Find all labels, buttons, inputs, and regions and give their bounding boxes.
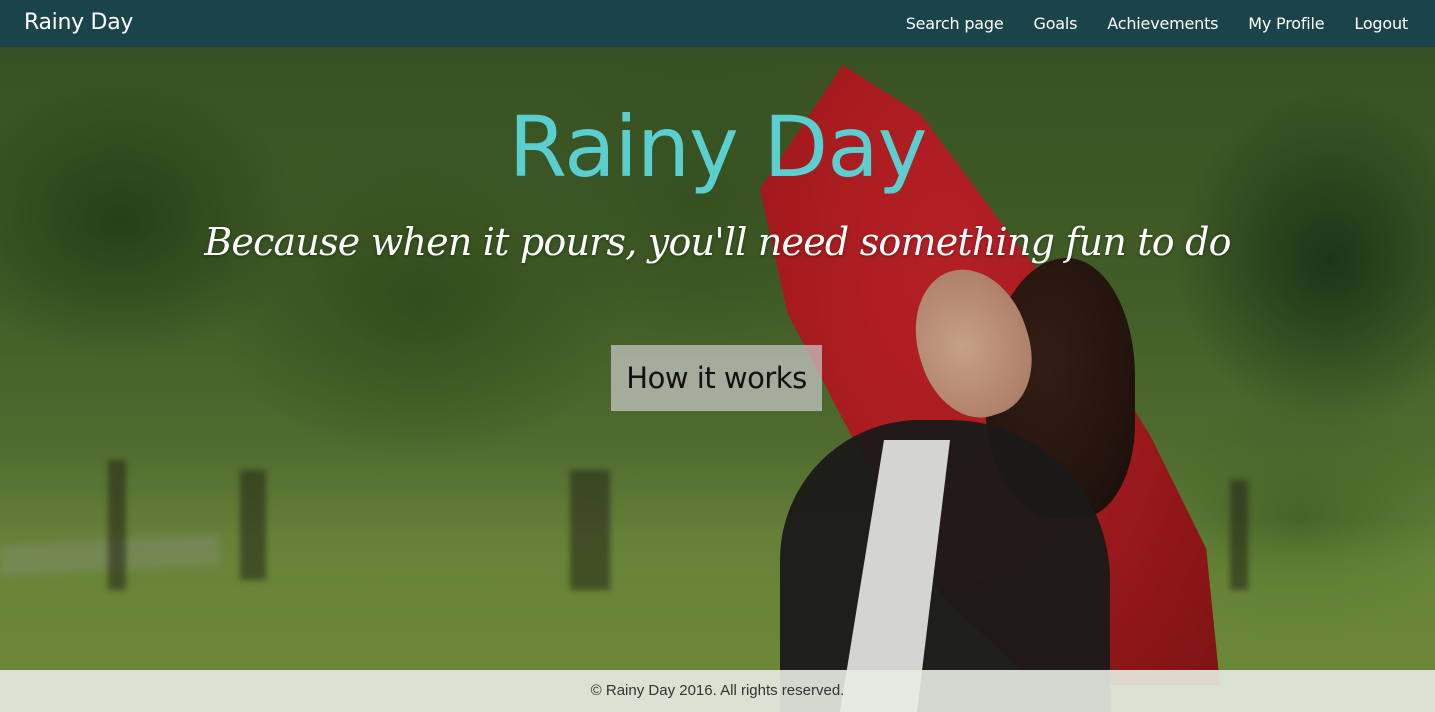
nav-item-search: Search page <box>906 14 1004 33</box>
hero-title: Rainy Day <box>508 98 928 196</box>
nav-link-search-page[interactable]: Search page <box>906 14 1004 33</box>
nav-item-goals: Goals <box>1034 14 1078 33</box>
top-navbar: Rainy Day Search page Goals Achievements… <box>0 0 1435 47</box>
page: Rainy Day Search page Goals Achievements… <box>0 0 1435 712</box>
hero-tagline: Because when it pours, you'll need somet… <box>204 220 1231 264</box>
nav-item-achievements: Achievements <box>1107 14 1218 33</box>
nav-links: Search page Goals Achievements My Profil… <box>876 0 1409 47</box>
nav-item-profile: My Profile <box>1248 14 1324 33</box>
nav-link-achievements[interactable]: Achievements <box>1107 14 1218 33</box>
brand-link[interactable]: Rainy Day <box>24 10 133 35</box>
nav-link-my-profile[interactable]: My Profile <box>1248 14 1324 33</box>
footer-copyright: © Rainy Day 2016. All rights reserved. <box>590 682 845 699</box>
nav-link-goals[interactable]: Goals <box>1034 14 1078 33</box>
footer: © Rainy Day 2016. All rights reserved. <box>0 670 1435 712</box>
nav-item-logout: Logout <box>1354 14 1408 33</box>
how-it-works-button[interactable]: How it works <box>611 345 822 411</box>
nav-link-logout[interactable]: Logout <box>1354 14 1408 33</box>
